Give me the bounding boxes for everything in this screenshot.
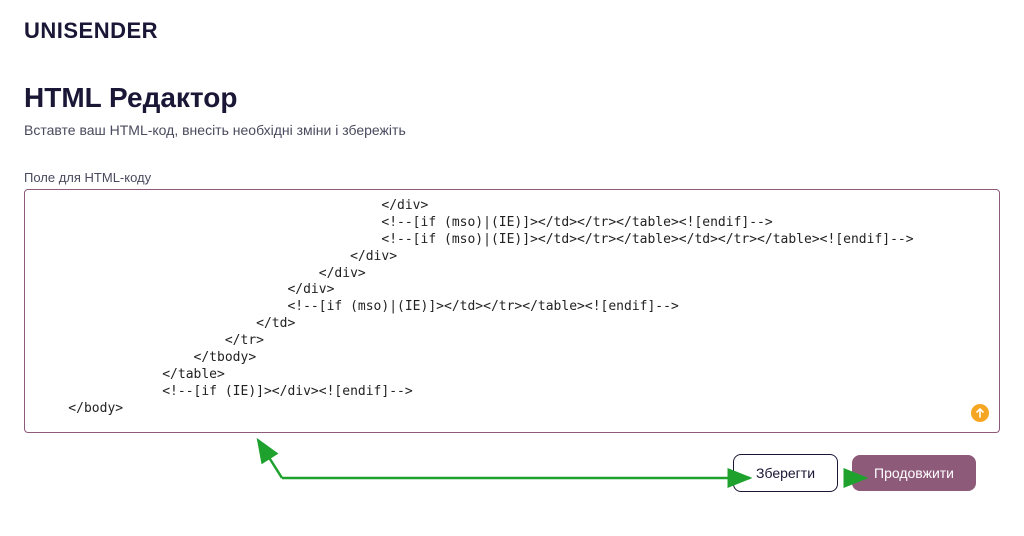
page-subtitle: Вставте ваш HTML-код, внесіть необхідні …	[24, 122, 1000, 138]
app-logo: UNISENDER	[24, 18, 1000, 44]
code-content[interactable]: </div> <!--[if (mso)|(IE)]></td></tr></t…	[37, 198, 987, 433]
code-field-label: Поле для HTML-коду	[24, 170, 1000, 185]
action-buttons: Зберегти Продовжити	[733, 454, 976, 492]
page-title: HTML Редактор	[24, 82, 1000, 114]
scroll-up-icon[interactable]	[971, 404, 989, 422]
html-code-input[interactable]: </div> <!--[if (mso)|(IE)]></td></tr></t…	[24, 189, 1000, 433]
save-button[interactable]: Зберегти	[733, 454, 838, 492]
continue-button[interactable]: Продовжити	[852, 455, 976, 491]
